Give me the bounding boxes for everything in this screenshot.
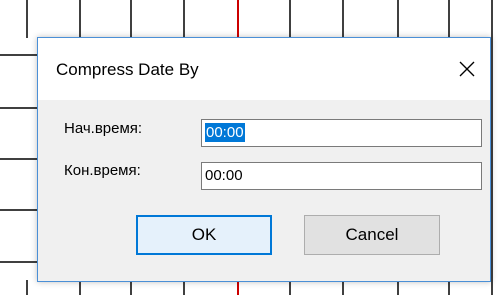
start-time-input[interactable]: 00:00 <box>201 119 482 147</box>
dialog-title: Compress Date By <box>56 60 199 79</box>
close-button[interactable] <box>444 38 490 100</box>
end-time-label: Кон.время: <box>64 162 141 179</box>
compress-date-dialog: Compress Date By Нач.время: 00:00 Кон.вр… <box>37 37 491 282</box>
start-time-value: 00:00 <box>205 123 245 142</box>
end-time-value: 00:00 <box>205 167 243 184</box>
dialog-titlebar: Compress Date By <box>38 38 490 100</box>
ok-button[interactable]: OK <box>136 215 272 255</box>
close-icon <box>459 61 475 77</box>
start-time-label: Нач.время: <box>64 120 143 137</box>
cancel-button[interactable]: Cancel <box>304 215 440 255</box>
end-time-input[interactable]: 00:00 <box>201 162 482 190</box>
